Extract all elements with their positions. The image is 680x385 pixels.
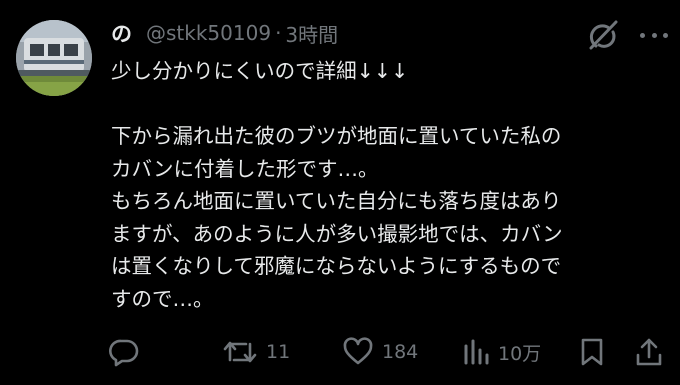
more-dot-icon: [651, 32, 657, 38]
reply-button[interactable]: [108, 332, 140, 372]
post-text-line: もちろん地面に置いていた自分にも落ち度はあり: [111, 189, 562, 213]
post-text-line: 下から漏れ出た彼のブツが地面に置いていた私の: [111, 124, 562, 148]
repost-icon: [223, 341, 257, 363]
display-name[interactable]: の: [111, 18, 132, 48]
post-text-blank-line: [111, 88, 666, 121]
bookmark-icon: [581, 338, 603, 366]
more-dot-icon: [663, 32, 668, 38]
more-dot-icon: [640, 32, 645, 38]
reply-icon: [109, 339, 139, 367]
post-text: 少し分かりにくいので詳細↓↓↓ 下から漏れ出た彼のブツが地面に置いていた私の カ…: [111, 55, 666, 315]
separator-dot: ·: [275, 21, 282, 45]
repost-count: 11: [266, 341, 291, 363]
heart-icon: [343, 337, 373, 365]
repost-button[interactable]: 11: [222, 332, 290, 372]
post-text-line: カバンに付着した形です…。: [111, 156, 379, 181]
grok-button[interactable]: [585, 20, 619, 50]
post-text-line: 少し分かりにくいので詳細↓↓↓: [111, 59, 409, 83]
timestamp[interactable]: 3時間: [285, 19, 338, 48]
views-icon: [464, 339, 489, 365]
views-count: 10万: [498, 342, 542, 365]
post-text-line: ますが、あのように人が多い撮影地では、カバン: [111, 221, 563, 246]
like-count: 184: [382, 341, 419, 363]
action-bar: 11 184 10万: [0, 332, 680, 372]
more-options-button[interactable]: [640, 22, 668, 48]
avatar[interactable]: [16, 20, 92, 96]
share-button[interactable]: [634, 332, 664, 372]
grok-icon: [589, 20, 618, 50]
bookmark-button[interactable]: [578, 332, 606, 372]
user-handle[interactable]: @stkk50109: [146, 21, 271, 45]
views-button[interactable]: 10万: [462, 332, 541, 372]
avatar-train-photo: [16, 20, 92, 96]
post-header: の @stkk50109 · 3時間: [111, 18, 338, 48]
like-button[interactable]: 184: [342, 332, 418, 372]
post-text-line: は置くなりして邪魔にならないようにするもので: [111, 254, 562, 278]
post-text-line: すので…。: [111, 286, 214, 311]
share-icon: [636, 338, 662, 366]
